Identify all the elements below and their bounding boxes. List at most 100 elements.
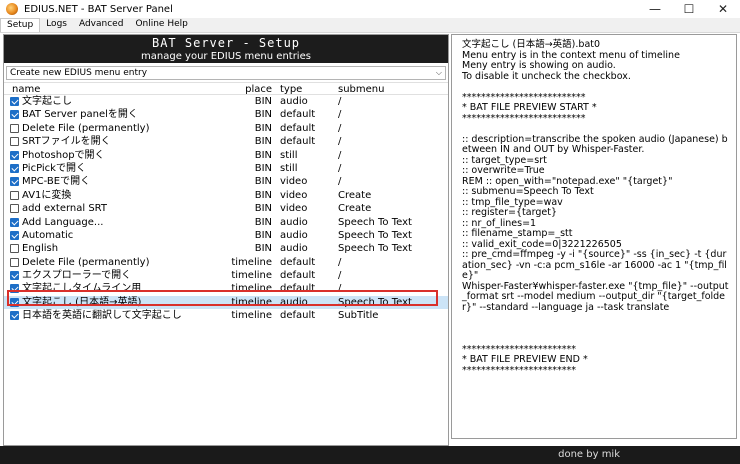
enable-checkbox[interactable] (10, 137, 19, 147)
setup-panel: BAT Server - Setup manage your EDIUS men… (3, 34, 449, 446)
status-bar: done by mik (0, 446, 740, 464)
row-name-text: add external SRT (22, 203, 108, 215)
enable-checkbox[interactable] (10, 97, 19, 106)
enable-checkbox[interactable] (10, 284, 19, 294)
page-subtitle: manage your EDIUS menu entries (141, 51, 311, 62)
row-name-cell: Delete File (permanently) (10, 122, 220, 135)
title-bar: EDIUS.NET - BAT Server Panel — ☐ ✕ (0, 0, 740, 18)
enable-checkbox[interactable] (10, 204, 19, 214)
table-row[interactable]: Delete File (permanently) timeline default… (4, 256, 448, 269)
page-title: BAT Server - Setup (151, 36, 301, 50)
row-name-cell: Add Language... (10, 216, 220, 229)
enable-checkbox[interactable] (10, 150, 19, 160)
row-name-cell: MPC-BEで開く (10, 175, 220, 188)
header-banner: BAT Server - Setup manage your EDIUS men… (4, 35, 448, 63)
row-place-cell: BIN (254, 162, 272, 174)
bat-preview-text: 文字起こし (日本語→英語).bat0 Menu entry is in the… (462, 39, 729, 376)
table-row[interactable]: 文字起こし (日本語→英語) timeline audio Speech To Tex… (4, 295, 448, 310)
row-place-cell: timeline (231, 283, 272, 295)
maximize-button[interactable]: ☐ (672, 0, 706, 18)
row-name-cell: BAT Server panelを開く (10, 108, 220, 121)
enable-checkbox[interactable] (10, 271, 19, 281)
enable-checkbox[interactable] (10, 311, 19, 321)
table-row[interactable]: Add Language... BIN audio Speech To Text (4, 216, 448, 229)
row-name-text: 文字起こしタイムライン用 (22, 283, 142, 295)
enable-checkbox[interactable] (10, 217, 19, 227)
row-place-cell: BIN (254, 176, 272, 188)
row-type-cell: audio (280, 96, 308, 107)
create-entry-dropdown[interactable]: Create new EDIUS menu entry ⌵ (6, 66, 446, 80)
row-type-cell: default (280, 310, 316, 322)
enable-checkbox[interactable] (10, 230, 19, 240)
row-type-cell: still (280, 162, 298, 174)
row-submenu-cell: Speech To Text (338, 216, 412, 228)
table-row[interactable]: Photoshopで開く BIN still / (4, 149, 448, 162)
menu-entry-table: 文字起こし BIN audio / BAT Server panelを開く BIN defa… (4, 95, 448, 323)
table-row[interactable]: BAT Server panelを開く BIN default / (4, 108, 448, 121)
row-type-cell: default (280, 270, 316, 282)
row-type-cell: audio (280, 216, 308, 228)
row-name-text: Delete File (permanently) (22, 256, 150, 268)
row-place-cell: BIN (254, 136, 272, 148)
tab-advanced[interactable]: Advanced (73, 18, 129, 32)
enable-checkbox[interactable] (10, 297, 19, 307)
enable-checkbox[interactable] (10, 244, 19, 254)
enable-checkbox[interactable] (10, 190, 19, 200)
row-type-cell: video (280, 176, 308, 188)
row-place-cell: timeline (231, 270, 272, 282)
table-row[interactable]: Automatic BIN audio Speech To Text (4, 229, 448, 242)
table-row[interactable]: add external SRT BIN video Create (4, 202, 448, 215)
table-row[interactable]: 日本語を英語に翻訳して文字起こし timeline default SubTitle (4, 309, 448, 322)
table-row[interactable]: 文字起こし BIN audio / (4, 95, 448, 108)
table-row[interactable]: SRTファイルを開く BIN default / (4, 135, 448, 148)
row-place-cell: BIN (254, 149, 272, 161)
row-submenu-cell: / (338, 122, 342, 134)
bat-preview-panel: 文字起こし (日本語→英語).bat0 Menu entry is in the… (451, 34, 737, 439)
enable-checkbox[interactable] (10, 177, 19, 187)
row-name-cell: エクスプローラーで開く (10, 269, 220, 282)
table-row[interactable]: English BIN audio Speech To Text (4, 242, 448, 255)
table-row[interactable]: 文字起こしタイムライン用 timeline default / (4, 282, 448, 295)
minimize-button[interactable]: — (638, 0, 672, 18)
row-type-cell: audio (280, 296, 308, 308)
row-type-cell: default (280, 136, 316, 148)
row-submenu-cell: / (338, 149, 342, 161)
row-submenu-cell: Speech To Text (338, 229, 412, 241)
table-row[interactable]: エクスプローラーで開く timeline default / (4, 269, 448, 282)
table-row[interactable]: AV1に変換 BIN video Create (4, 189, 448, 202)
row-place-cell: timeline (231, 256, 272, 268)
row-name-text: AV1に変換 (22, 189, 72, 201)
tab-setup[interactable]: Setup (0, 18, 41, 32)
row-type-cell: default (280, 122, 316, 134)
tab-online-help[interactable]: Online Help (129, 18, 193, 32)
enable-checkbox[interactable] (10, 110, 19, 120)
table-header: name place type submenu (4, 82, 448, 95)
table-row[interactable]: Delete File (permanently) BIN default / (4, 122, 448, 135)
row-type-cell: video (280, 203, 308, 215)
table-row[interactable]: PicPickで開く BIN still / (4, 162, 448, 175)
row-name-text: BAT Server panelを開く (22, 109, 138, 121)
row-submenu-cell: SubTitle (338, 310, 379, 322)
row-name-text: Delete File (permanently) (22, 122, 150, 134)
row-place-cell: BIN (254, 122, 272, 134)
status-text: done by mik (558, 449, 620, 460)
row-name-cell: 文字起こし (日本語→英語) (10, 296, 220, 309)
enable-checkbox[interactable] (10, 257, 19, 267)
close-button[interactable]: ✕ (706, 0, 740, 18)
row-name-text: Automatic (22, 229, 74, 241)
window-title: EDIUS.NET - BAT Server Panel (24, 3, 173, 15)
enable-checkbox[interactable] (10, 123, 19, 133)
tab-logs[interactable]: Logs (40, 18, 73, 32)
row-submenu-cell: / (338, 283, 342, 295)
chevron-down-icon: ⌵ (435, 68, 442, 77)
row-place-cell: BIN (254, 229, 272, 241)
row-name-text: エクスプローラーで開く (22, 270, 132, 282)
tab-bar: Setup Logs Advanced Online Help (0, 18, 740, 33)
row-place-cell: BIN (254, 216, 272, 228)
row-name-cell: Delete File (permanently) (10, 256, 220, 269)
enable-checkbox[interactable] (10, 163, 19, 173)
row-place-cell: timeline (231, 310, 272, 322)
create-entry-dropdown-value: Create new EDIUS menu entry (10, 68, 148, 78)
table-row[interactable]: MPC-BEで開く BIN video / (4, 175, 448, 188)
row-name-cell: PicPickで開く (10, 162, 220, 175)
